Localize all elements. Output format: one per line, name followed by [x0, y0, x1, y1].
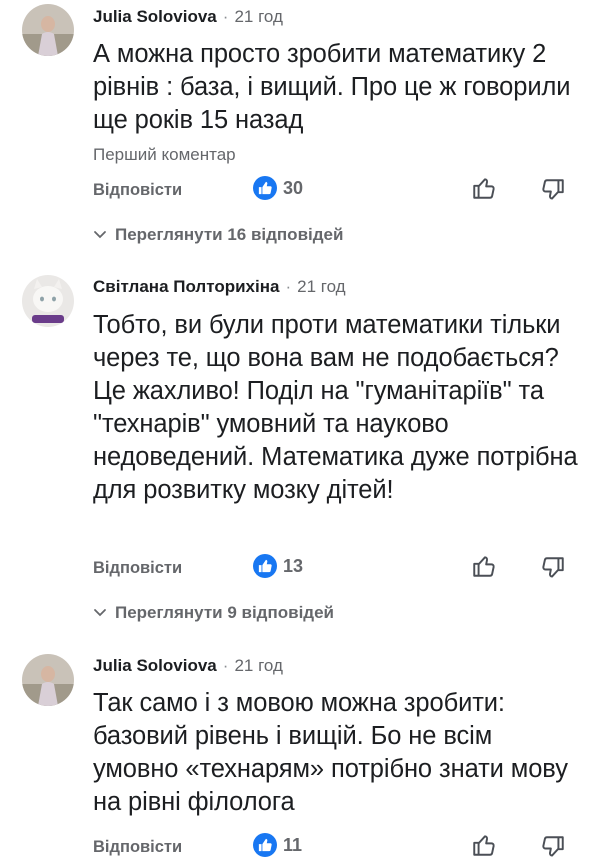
thumbs-up-outline-icon[interactable]: [471, 553, 497, 584]
reply-button[interactable]: Відповісти: [93, 559, 182, 578]
thumbs-up-icon: [253, 554, 277, 578]
view-replies-label: Переглянути 9 відповідей: [115, 603, 334, 622]
thumbs-down-outline-icon[interactable]: [540, 834, 566, 860]
view-replies-button[interactable]: Переглянути 9 відповідей: [93, 603, 334, 623]
author-name[interactable]: Julia Soloviova: [93, 656, 217, 675]
view-replies-label: Переглянути 16 відповідей: [115, 225, 344, 244]
comment-text: Тобто, ви були проти математики тільки ч…: [93, 311, 578, 504]
comment-time[interactable]: 21 год: [234, 656, 282, 675]
like-summary[interactable]: 11: [253, 833, 302, 857]
comment-header: Julia Soloviova · 21 год: [93, 656, 283, 676]
avatar[interactable]: [22, 275, 74, 327]
comment-text: Так само і з мовою можна зробити: базови…: [93, 689, 568, 816]
like-count: 11: [283, 834, 303, 855]
like-summary[interactable]: 30: [253, 176, 303, 200]
comment-header: Julia Soloviova · 21 год: [93, 7, 283, 27]
comment-time[interactable]: 21 год: [297, 277, 345, 296]
comment-header: Світлана Полторихіна · 21 год: [93, 277, 346, 297]
like-count: 13: [283, 555, 304, 576]
thumbs-up-icon: [253, 176, 277, 200]
author-name[interactable]: Julia Soloviova: [93, 7, 217, 26]
avatar[interactable]: [22, 4, 74, 56]
thumbs-up-icon: [253, 833, 277, 857]
comment-actions: Відповісти 30: [93, 175, 573, 207]
view-replies-button[interactable]: Переглянути 16 відповідей: [93, 225, 343, 245]
like-count: 30: [283, 177, 304, 198]
dot-separator: ·: [222, 7, 229, 26]
dot-separator: ·: [222, 656, 229, 675]
reply-button[interactable]: Відповісти: [93, 838, 182, 857]
reply-button[interactable]: Відповісти: [93, 181, 182, 200]
comment-text: А можна просто зробити математику 2 рівн…: [93, 40, 571, 134]
author-name[interactable]: Світлана Полторихіна: [93, 277, 279, 296]
thumbs-down-outline-icon[interactable]: [540, 555, 566, 586]
comment-actions: Відповісти 11: [93, 832, 573, 860]
comment-time[interactable]: 21 год: [234, 7, 282, 26]
avatar[interactable]: [22, 654, 74, 706]
first-comment-badge: Перший коментар: [93, 145, 236, 164]
dot-separator: ·: [285, 277, 292, 296]
thumbs-up-outline-icon[interactable]: [471, 832, 497, 860]
chevron-down-icon: [94, 609, 106, 617]
thumbs-up-outline-icon[interactable]: [471, 175, 497, 206]
thumbs-down-outline-icon[interactable]: [540, 177, 566, 208]
comment-actions: Відповісти 13: [93, 553, 573, 585]
chevron-down-icon: [94, 231, 106, 239]
like-summary[interactable]: 13: [253, 554, 303, 578]
